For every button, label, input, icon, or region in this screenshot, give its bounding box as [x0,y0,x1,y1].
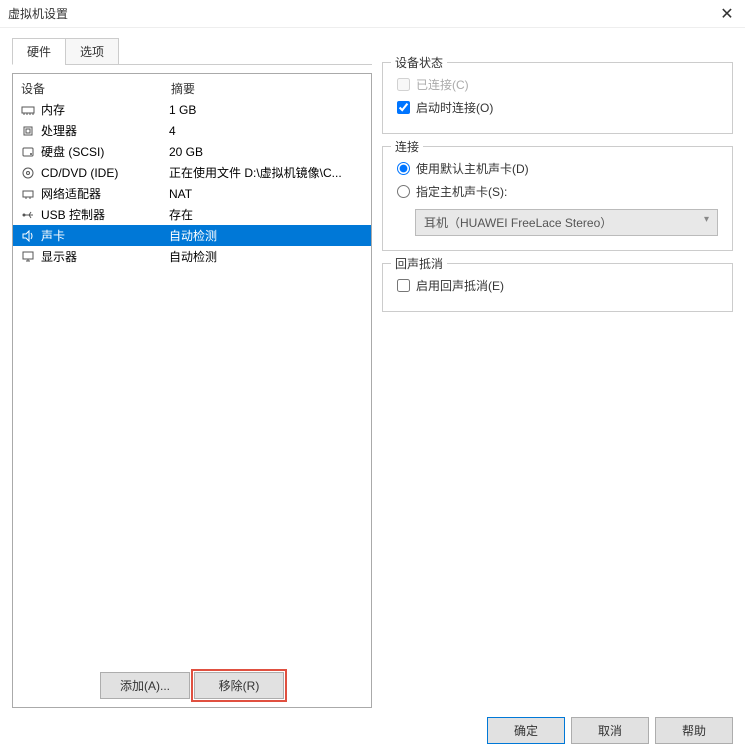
device-row[interactable]: 声卡自动检测 [13,225,371,246]
ok-button[interactable]: 确定 [487,717,565,744]
help-button[interactable]: 帮助 [655,717,733,744]
device-buttons: 添加(A)... 移除(R) [13,664,371,707]
left-panel: 硬件 选项 设备 摘要 内存1 GB处理器4硬盘 (SCSI)20 GBCD/D… [12,38,372,708]
device-summary: 20 GB [169,145,365,159]
usb-icon [19,208,37,222]
soundcard-select[interactable]: 耳机（HUAWEI FreeLace Stereo） [415,209,718,236]
device-name: 网络适配器 [41,185,169,202]
device-list: 内存1 GB处理器4硬盘 (SCSI)20 GBCD/DVD (IDE)正在使用… [13,99,371,664]
header-device: 设备 [21,80,171,97]
connect-poweron-label: 启动时连接(O) [416,99,493,116]
right-panel: 设备状态 已连接(C) 启动时连接(O) 连接 使用默认主机声卡(D) 指定主机… [382,38,733,708]
device-row[interactable]: 显示器自动检测 [13,246,371,267]
device-row[interactable]: 处理器4 [13,120,371,141]
device-summary: 自动检测 [169,248,365,265]
remove-button[interactable]: 移除(R) [194,672,284,699]
specify-label: 指定主机声卡(S): [416,183,507,200]
device-row[interactable]: 硬盘 (SCSI)20 GB [13,141,371,162]
bottom-bar: 确定 取消 帮助 [487,717,733,744]
tab-options[interactable]: 选项 [65,38,119,65]
cancel-button[interactable]: 取消 [571,717,649,744]
close-icon[interactable]: ✕ [717,4,737,24]
use-default-radio[interactable] [397,162,410,175]
display-icon [19,250,37,264]
fieldset-echo: 回声抵消 启用回声抵消(E) [382,263,733,312]
device-summary: NAT [169,187,365,201]
fieldset-device-status: 设备状态 已连接(C) 启动时连接(O) [382,62,733,134]
cpu-icon [19,124,37,138]
device-row[interactable]: 内存1 GB [13,99,371,120]
device-summary: 正在使用文件 D:\虚拟机镜像\C... [169,164,365,181]
use-default-label: 使用默认主机声卡(D) [416,160,529,177]
device-summary: 4 [169,124,365,138]
device-name: 硬盘 (SCSI) [41,143,169,160]
connect-poweron-row[interactable]: 启动时连接(O) [397,96,718,119]
content: 硬件 选项 设备 摘要 内存1 GB处理器4硬盘 (SCSI)20 GBCD/D… [0,28,745,708]
device-summary: 1 GB [169,103,365,117]
connected-checkbox [397,78,410,91]
device-name: 处理器 [41,122,169,139]
device-row[interactable]: USB 控制器存在 [13,204,371,225]
titlebar: 虚拟机设置 ✕ [0,0,745,28]
device-row[interactable]: 网络适配器NAT [13,183,371,204]
window-title: 虚拟机设置 [8,5,68,22]
echo-label: 启用回声抵消(E) [416,277,504,294]
device-row[interactable]: CD/DVD (IDE)正在使用文件 D:\虚拟机镜像\C... [13,162,371,183]
tab-hardware[interactable]: 硬件 [12,38,66,65]
device-name: USB 控制器 [41,206,169,223]
fieldset-label-status: 设备状态 [391,54,447,71]
device-name: 内存 [41,101,169,118]
cd-icon [19,166,37,180]
echo-row[interactable]: 启用回声抵消(E) [397,274,718,297]
device-name: 显示器 [41,248,169,265]
tab-bar: 硬件 选项 [12,38,372,65]
disk-icon [19,145,37,159]
device-header: 设备 摘要 [13,74,371,99]
fieldset-connection: 连接 使用默认主机声卡(D) 指定主机声卡(S): 耳机（HUAWEI Free… [382,146,733,251]
connect-poweron-checkbox[interactable] [397,101,410,114]
device-area: 设备 摘要 内存1 GB处理器4硬盘 (SCSI)20 GBCD/DVD (ID… [12,73,372,708]
device-summary: 自动检测 [169,227,365,244]
sound-icon [19,229,37,243]
specify-row[interactable]: 指定主机声卡(S): [397,180,718,203]
connected-checkbox-row: 已连接(C) [397,73,718,96]
fieldset-label-echo: 回声抵消 [391,255,447,272]
echo-checkbox[interactable] [397,279,410,292]
network-icon [19,187,37,201]
fieldset-label-connection: 连接 [391,138,423,155]
memory-icon [19,103,37,117]
specify-radio[interactable] [397,185,410,198]
header-summary: 摘要 [171,80,363,97]
device-name: 声卡 [41,227,169,244]
add-button[interactable]: 添加(A)... [100,672,190,699]
use-default-row[interactable]: 使用默认主机声卡(D) [397,157,718,180]
connected-label: 已连接(C) [416,76,469,93]
device-name: CD/DVD (IDE) [41,166,169,180]
device-summary: 存在 [169,206,365,223]
